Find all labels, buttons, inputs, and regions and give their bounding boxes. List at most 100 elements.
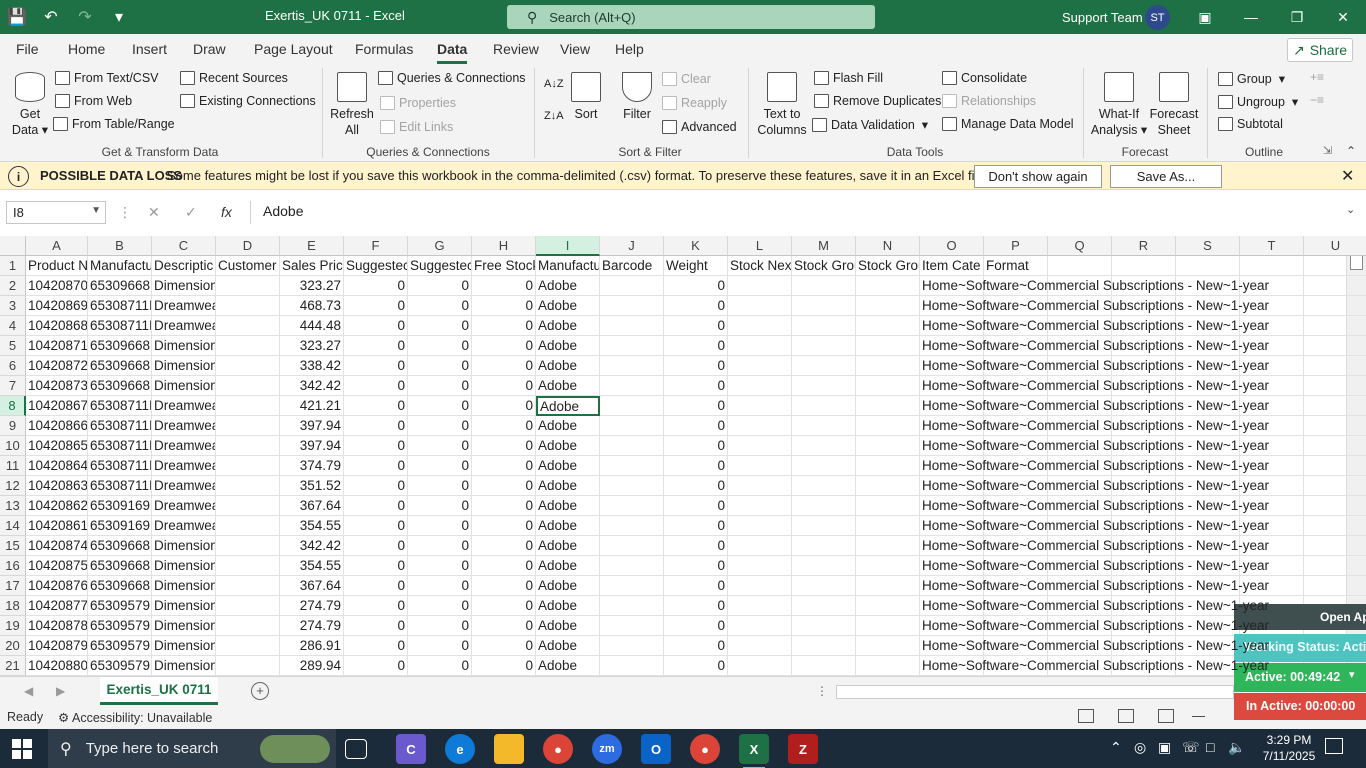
- cell-barcode[interactable]: [600, 636, 664, 656]
- header-cell[interactable]: Item Cate: [920, 256, 984, 276]
- cell-product-number[interactable]: 10420875: [26, 556, 88, 576]
- cell-sales-price[interactable]: 367.64: [280, 576, 344, 596]
- cell-manufacturer[interactable]: Adobe: [536, 596, 600, 616]
- cell-stock-group-2[interactable]: [856, 336, 920, 356]
- empty-cell[interactable]: [1304, 556, 1366, 576]
- cell-barcode[interactable]: [600, 456, 664, 476]
- customize-toolbar-icon[interactable]: ▾: [102, 0, 136, 34]
- cell-weight[interactable]: 0: [664, 616, 728, 636]
- cell-customer[interactable]: [216, 596, 280, 616]
- close-icon[interactable]: ✕: [1341, 166, 1354, 186]
- zoom-icon[interactable]: zm: [592, 734, 622, 764]
- cell-stock-group[interactable]: [792, 596, 856, 616]
- tab-data[interactable]: Data: [437, 41, 467, 57]
- page-break-view-icon[interactable]: [1158, 709, 1174, 723]
- row-header[interactable]: 20: [0, 636, 26, 656]
- cell-free-stock[interactable]: 0: [472, 316, 536, 336]
- cell-free-stock[interactable]: 0: [472, 556, 536, 576]
- tab-draw[interactable]: Draw: [193, 41, 226, 57]
- data-validation-button[interactable]: Data Validation ▾: [812, 117, 928, 132]
- cell-description[interactable]: Dreamweaver - Pro E: [152, 456, 216, 476]
- ungroup-button[interactable]: Ungroup ▾: [1218, 94, 1298, 109]
- cell-customer[interactable]: [216, 416, 280, 436]
- sheet-prev-icon[interactable]: ◀: [24, 684, 33, 698]
- show-detail-icon[interactable]: +≡: [1310, 70, 1324, 84]
- cell-barcode[interactable]: [600, 656, 664, 676]
- cell-stock-group[interactable]: [792, 476, 856, 496]
- search-box[interactable]: ⚲ Search (Alt+Q): [507, 5, 875, 29]
- cell-weight[interactable]: 0: [664, 436, 728, 456]
- cell-item-category[interactable]: Home~Software~Commercial Subscriptions -…: [920, 456, 1269, 476]
- cell-sales-price[interactable]: 421.21: [280, 396, 344, 416]
- cell-item-category[interactable]: Home~Software~Commercial Subscriptions -…: [920, 396, 1269, 416]
- row-header[interactable]: 3: [0, 296, 26, 316]
- empty-cell[interactable]: [1112, 256, 1176, 276]
- cell-stock-next[interactable]: [728, 496, 792, 516]
- row-header[interactable]: 11: [0, 456, 26, 476]
- header-cell[interactable]: Weight: [664, 256, 728, 276]
- cell-weight[interactable]: 0: [664, 336, 728, 356]
- row-header[interactable]: 5: [0, 336, 26, 356]
- cell-weight[interactable]: 0: [664, 496, 728, 516]
- dialog-launcher-icon[interactable]: ⇲: [1323, 144, 1332, 157]
- cell-suggested-2[interactable]: 0: [408, 456, 472, 476]
- sort-button[interactable]: Sort: [570, 72, 602, 122]
- cell-manufacturer-code[interactable]: 65309579E: [88, 596, 152, 616]
- cell-stock-next[interactable]: [728, 376, 792, 396]
- group-button[interactable]: Group ▾: [1218, 71, 1285, 86]
- cell-suggested-2[interactable]: 0: [408, 376, 472, 396]
- cell-stock-group[interactable]: [792, 536, 856, 556]
- windows-start-icon[interactable]: [12, 739, 32, 759]
- cell-free-stock[interactable]: 0: [472, 376, 536, 396]
- cell-suggested-2[interactable]: 0: [408, 296, 472, 316]
- header-cell[interactable]: Product N: [26, 256, 88, 276]
- normal-view-icon[interactable]: [1078, 709, 1094, 723]
- properties-button[interactable]: Properties: [380, 96, 456, 110]
- column-header[interactable]: G: [408, 236, 472, 256]
- cell-manufacturer[interactable]: Adobe: [536, 356, 600, 376]
- column-header[interactable]: S: [1176, 236, 1240, 256]
- remove-duplicates-button[interactable]: Remove Duplicates: [814, 94, 941, 108]
- cell-customer[interactable]: [216, 316, 280, 336]
- empty-cell[interactable]: [1304, 456, 1366, 476]
- cell-description[interactable]: Dreamweaver - Pro E: [152, 396, 216, 416]
- user-name[interactable]: Support Team: [1062, 10, 1143, 25]
- empty-cell[interactable]: [1304, 516, 1366, 536]
- column-header[interactable]: I: [536, 236, 600, 256]
- what-if-button[interactable]: What-If Analysis ▾: [1090, 72, 1148, 138]
- cell-sales-price[interactable]: 274.79: [280, 596, 344, 616]
- cell-stock-next[interactable]: [728, 516, 792, 536]
- column-header[interactable]: P: [984, 236, 1048, 256]
- cell-barcode[interactable]: [600, 616, 664, 636]
- cell-barcode[interactable]: [600, 536, 664, 556]
- cell-description[interactable]: Dimension - Pro team: [152, 556, 216, 576]
- cell-barcode[interactable]: [600, 356, 664, 376]
- cell-item-category[interactable]: Home~Software~Commercial Subscriptions -…: [920, 296, 1269, 316]
- sheet-tab[interactable]: Exertis_UK 0711: [100, 677, 218, 705]
- cell-free-stock[interactable]: 0: [472, 616, 536, 636]
- cell-stock-next[interactable]: [728, 416, 792, 436]
- cell-stock-group-2[interactable]: [856, 556, 920, 576]
- cell-manufacturer[interactable]: Adobe: [536, 536, 600, 556]
- cell-customer[interactable]: [216, 376, 280, 396]
- cell-suggested-2[interactable]: 0: [408, 436, 472, 456]
- cell-manufacturer-code[interactable]: 65308711E: [88, 476, 152, 496]
- cell-stock-next[interactable]: [728, 316, 792, 336]
- cell-sales-price[interactable]: 289.94: [280, 656, 344, 676]
- filezilla-icon[interactable]: Z: [788, 734, 818, 764]
- cell-product-number[interactable]: 10420868: [26, 316, 88, 336]
- header-cell[interactable]: Free Stock: [472, 256, 536, 276]
- cell-barcode[interactable]: [600, 296, 664, 316]
- cell-item-category[interactable]: Home~Software~Commercial Subscriptions -…: [920, 416, 1269, 436]
- empty-cell[interactable]: [1304, 276, 1366, 296]
- notifications-icon[interactable]: [1325, 738, 1343, 754]
- column-header[interactable]: K: [664, 236, 728, 256]
- cell-item-category[interactable]: Home~Software~Commercial Subscriptions -…: [920, 476, 1269, 496]
- cell-manufacturer[interactable]: Adobe: [536, 416, 600, 436]
- empty-cell[interactable]: [1048, 256, 1112, 276]
- column-header[interactable]: L: [728, 236, 792, 256]
- file-explorer-icon[interactable]: [494, 734, 524, 764]
- cell-suggested[interactable]: 0: [344, 396, 408, 416]
- from-table-range-button[interactable]: From Table/Range: [53, 117, 175, 131]
- cell-barcode[interactable]: [600, 276, 664, 296]
